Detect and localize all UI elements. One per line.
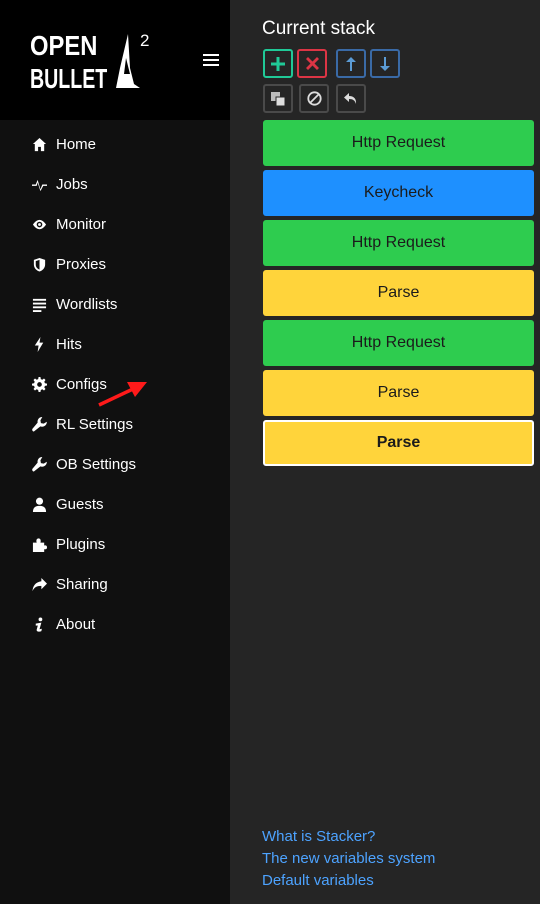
block-item[interactable]: Parse <box>263 270 534 316</box>
arrow-up-icon <box>346 56 356 71</box>
block-item[interactable]: Keycheck <box>263 170 534 216</box>
page-title: Current stack <box>262 18 375 39</box>
pulse-icon <box>31 176 47 192</box>
annotation-arrow-icon <box>98 382 147 407</box>
clone-block-button[interactable] <box>263 84 293 113</box>
sidebar-item-label: Wordlists <box>56 295 118 313</box>
sidebar-item-label: Guests <box>56 495 104 513</box>
sidebar-item-monitor[interactable]: Monitor <box>0 204 230 244</box>
disable-block-button[interactable] <box>299 84 329 113</box>
logo-area: OPEN BULLET 2 <box>0 0 230 120</box>
sidebar-item-label: Plugins <box>56 535 106 553</box>
link-what-is-stacker[interactable]: What is Stacker? <box>262 826 435 848</box>
block-item[interactable]: Http Request <box>263 320 534 366</box>
block-item[interactable]: Http Request <box>263 120 534 166</box>
sidebar-item-label: About <box>56 615 96 633</box>
sidebar-item-guests[interactable]: Guests <box>0 484 230 524</box>
wrench-icon <box>31 416 47 432</box>
arrow-down-icon <box>380 56 390 71</box>
logo-line2: BULLET <box>30 64 107 94</box>
shield-icon <box>31 256 47 272</box>
info-icon <box>31 616 47 632</box>
help-links: What is Stacker? The new variables syste… <box>262 826 435 892</box>
eye-icon <box>31 216 47 232</box>
remove-block-button[interactable] <box>297 49 327 78</box>
logo-version: 2 <box>140 31 149 50</box>
block-item[interactable]: Parse <box>263 420 534 466</box>
openbullet-logo[interactable]: OPEN BULLET 2 <box>30 28 155 94</box>
move-up-button[interactable] <box>336 49 366 78</box>
sidebar-item-label: OB Settings <box>56 455 137 473</box>
sidebar-item-label: Monitor <box>56 215 107 233</box>
block-item[interactable]: Parse <box>263 370 534 416</box>
move-down-button[interactable] <box>370 49 400 78</box>
sidebar-item-wordlists[interactable]: Wordlists <box>0 284 230 324</box>
list-icon <box>31 296 47 312</box>
app-window: OPEN BULLET 2 Home Jobs Monitor Proxies … <box>0 0 540 904</box>
link-variables-system[interactable]: The new variables system <box>262 848 435 870</box>
logo-line1: OPEN <box>30 29 97 61</box>
undo-button[interactable] <box>336 84 366 113</box>
main-panel: Current stack Http Request Keycheck Http… <box>230 0 540 904</box>
lightning-icon <box>31 336 47 352</box>
block-stack: Http Request Keycheck Http Request Parse… <box>263 120 534 470</box>
block-item[interactable]: Http Request <box>263 220 534 266</box>
remove-icon <box>305 57 319 70</box>
sidebar-item-label: Proxies <box>56 255 107 273</box>
puzzle-icon <box>31 536 47 552</box>
user-icon <box>31 496 47 512</box>
wrench-icon <box>31 456 47 472</box>
sidebar-item-about[interactable]: About <box>0 604 230 644</box>
share-icon <box>31 576 47 592</box>
sidebar-item-hits[interactable]: Hits <box>0 324 230 364</box>
clone-icon <box>271 91 285 106</box>
undo-icon <box>344 92 357 104</box>
sidebar-item-home[interactable]: Home <box>0 124 230 164</box>
add-block-button[interactable] <box>263 49 293 78</box>
sidebar-item-rl-settings[interactable]: RL Settings <box>0 404 230 444</box>
menu-toggle-button[interactable] <box>203 54 219 68</box>
sidebar-item-label: RL Settings <box>56 415 133 433</box>
sidebar-item-jobs[interactable]: Jobs <box>0 164 230 204</box>
logo-rocket-icon <box>116 34 140 88</box>
sidebar-item-label: Home <box>56 135 97 153</box>
gear-icon <box>31 376 47 392</box>
sidebar-item-ob-settings[interactable]: OB Settings <box>0 444 230 484</box>
add-icon <box>271 56 285 71</box>
sidebar: OPEN BULLET 2 Home Jobs Monitor Proxies … <box>0 0 230 904</box>
sidebar-item-proxies[interactable]: Proxies <box>0 244 230 284</box>
sidebar-item-plugins[interactable]: Plugins <box>0 524 230 564</box>
sidebar-item-sharing[interactable]: Sharing <box>0 564 230 604</box>
disable-icon <box>306 91 322 106</box>
sidebar-item-label: Hits <box>56 335 82 353</box>
link-default-variables[interactable]: Default variables <box>262 870 435 892</box>
sidebar-item-label: Sharing <box>56 575 108 593</box>
sidebar-item-label: Jobs <box>56 175 88 193</box>
home-icon <box>31 136 47 152</box>
